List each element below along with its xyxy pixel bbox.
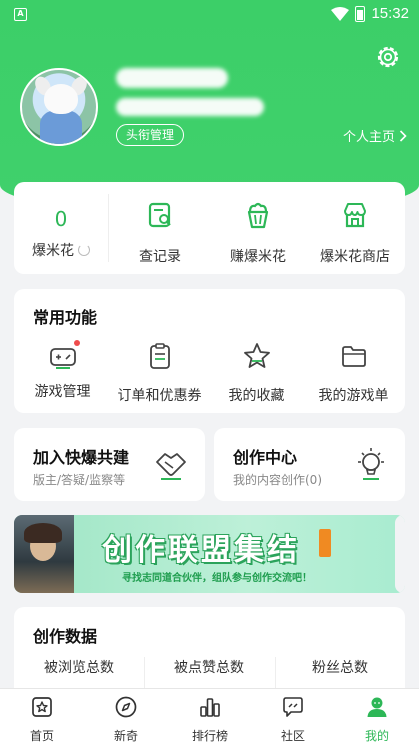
personal-homepage-link[interactable]: 个人主页 (343, 126, 407, 145)
next-banner-edge (395, 515, 405, 593)
lightbulb-icon (358, 448, 384, 480)
bottom-navigation: 首页 新奇 排行榜 社区 我的 (0, 688, 419, 745)
notification-dot (73, 340, 80, 346)
banner-subtitle: 寻找志同道合伙伴，组队参与创作交流吧！ (122, 573, 312, 584)
record-search-icon (148, 202, 171, 228)
username-redacted (116, 68, 228, 88)
join-co-build-title: 加入快爆共建 (33, 448, 130, 467)
join-co-build-card[interactable]: 加入快爆共建 版主/答疑/监察等 (14, 428, 205, 501)
total-likes-label: 被点赞总数 (174, 660, 244, 676)
banner-tag-decoration (319, 529, 331, 557)
join-co-build-subtitle: 版主/答疑/监察等 (33, 473, 126, 487)
home-star-icon (32, 697, 52, 717)
my-favorites-button[interactable]: 我的收藏 (208, 341, 305, 405)
creation-data-title: 创作数据 (33, 627, 98, 646)
nav-discover-label: 新奇 (113, 729, 138, 743)
my-favorites-label: 我的收藏 (228, 388, 285, 404)
compass-icon (115, 696, 137, 718)
popcorn-card: 0 爆米花 查记录 赚爆米花 爆米花商店 (14, 182, 405, 274)
battery-icon (355, 5, 366, 22)
personal-homepage-label: 个人主页 (342, 130, 395, 145)
handshake-icon (156, 453, 186, 480)
common-functions-title: 常用功能 (33, 308, 98, 327)
banner-title: 创作联盟集结 (102, 533, 300, 568)
nav-home-label: 首页 (29, 729, 54, 743)
nav-ranking[interactable]: 排行榜 (168, 695, 252, 744)
store-icon (344, 203, 366, 228)
gamepad-icon (49, 348, 76, 369)
common-functions-card: 常用功能 游戏管理 订单和优惠券 我的收藏 我的游戏单 (14, 289, 405, 413)
community-icon (283, 697, 303, 717)
game-management-button[interactable]: 游戏管理 (14, 340, 111, 401)
banner-character-image (14, 515, 74, 593)
creation-alliance-banner[interactable]: 创作联盟集结 寻找志同道合伙伴，组队参与创作交流吧！ (14, 515, 405, 593)
game-management-label: 游戏管理 (34, 384, 91, 400)
nav-ranking-label: 排行榜 (191, 729, 228, 743)
nav-profile[interactable]: 我的 (335, 695, 419, 744)
nav-community-label: 社区 (280, 729, 305, 743)
creation-center-title: 创作中心 (233, 448, 298, 467)
popcorn-bucket-icon (247, 202, 269, 229)
user-id-redacted (116, 98, 264, 116)
nav-community[interactable]: 社区 (251, 695, 335, 744)
status-bar: A 15:32 (0, 0, 419, 30)
view-records-button[interactable]: 查记录 (112, 200, 208, 266)
nav-home[interactable]: 首页 (0, 695, 84, 744)
popcorn-label: 爆米花 (32, 243, 74, 259)
nav-discover[interactable]: 新奇 (84, 695, 168, 744)
popcorn-count[interactable]: 0 (14, 207, 108, 231)
total-views-label: 被浏览总数 (44, 660, 114, 676)
status-time: 15:32 (371, 5, 409, 22)
total-fans-label: 粉丝总数 (312, 660, 368, 676)
view-records-label: 查记录 (139, 249, 181, 265)
creation-center-subtitle: 我的内容创作(0) (233, 473, 322, 487)
ranking-icon (200, 698, 220, 717)
my-game-list-button[interactable]: 我的游戏单 (305, 341, 402, 405)
avatar[interactable] (20, 68, 98, 146)
settings-gear-icon[interactable] (375, 44, 401, 70)
title-management-button[interactable]: 头衔管理 (116, 124, 185, 146)
clipboard-icon (149, 343, 170, 369)
nav-profile-label: 我的 (364, 729, 389, 743)
folder-icon (341, 346, 366, 367)
orders-coupons-button[interactable]: 订单和优惠券 (111, 341, 208, 405)
popcorn-store-label: 爆米花商店 (320, 249, 390, 265)
divider (108, 194, 109, 262)
earn-popcorn-button[interactable]: 赚爆米花 (210, 200, 306, 266)
my-game-list-label: 我的游戏单 (318, 388, 389, 404)
star-icon (243, 343, 270, 368)
profile-icon (367, 697, 387, 717)
wifi-icon (331, 6, 350, 21)
orders-coupons-label: 订单和优惠券 (117, 388, 202, 404)
refresh-icon[interactable] (78, 244, 90, 256)
chevron-right-icon (399, 129, 407, 142)
popcorn-label-row[interactable]: 爆米花 (14, 240, 108, 260)
earn-popcorn-label: 赚爆米花 (230, 249, 286, 265)
app-notification-icon: A (14, 8, 27, 21)
creation-center-card[interactable]: 创作中心 我的内容创作(0) (214, 428, 405, 501)
popcorn-store-button[interactable]: 爆米花商店 (307, 200, 403, 266)
